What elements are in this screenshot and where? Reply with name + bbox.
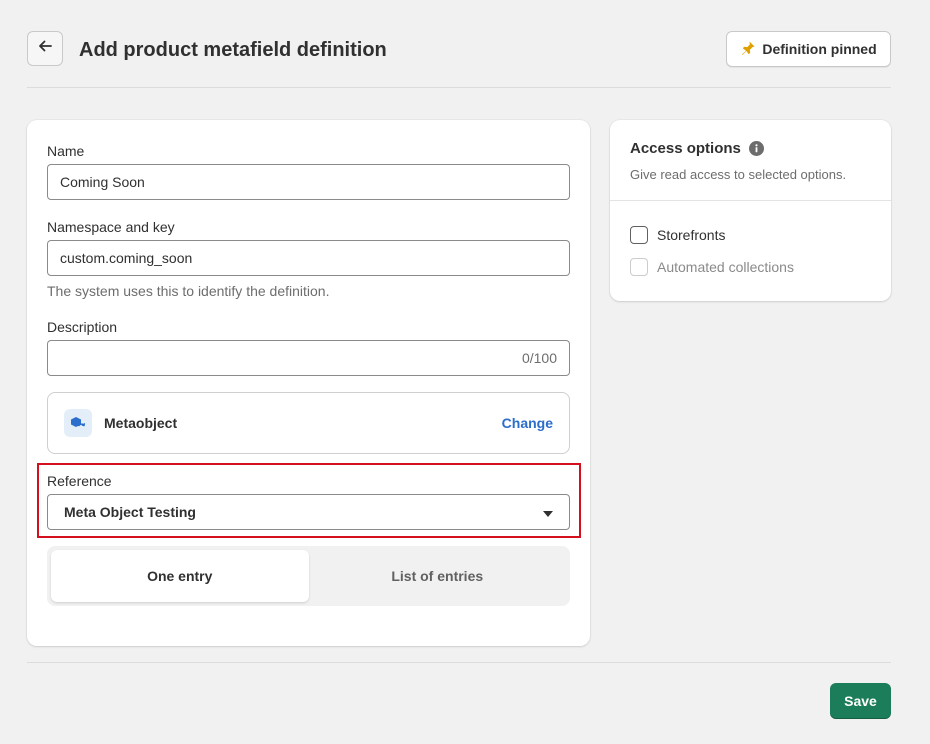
access-options-title: Access options	[630, 140, 741, 157]
list-of-entries-option[interactable]: List of entries	[309, 550, 567, 602]
definition-form-card: Name Coming Soon Namespace and key custo…	[27, 120, 590, 646]
entries-toggle: One entry List of entries	[47, 546, 570, 606]
namespace-help-text: The system uses this to identify the def…	[47, 283, 330, 299]
namespace-key-input[interactable]: custom.coming_soon	[47, 240, 570, 276]
metaobject-icon	[64, 409, 92, 437]
header-divider	[27, 87, 891, 88]
pin-icon	[740, 40, 756, 59]
type-selection: Metaobject Change	[47, 392, 570, 454]
description-char-count: 0/100	[521, 350, 557, 366]
description-label: Description	[47, 319, 118, 335]
description-input[interactable]: 0/100	[47, 340, 570, 376]
definition-pinned-label: Definition pinned	[762, 41, 877, 57]
reference-select[interactable]: Meta Object Testing	[47, 494, 570, 530]
type-name: Metaobject	[104, 415, 178, 431]
page-title: Add product metafield definition	[79, 39, 387, 61]
reference-selected-value: Meta Object Testing	[64, 504, 196, 520]
automated-collections-checkbox	[630, 258, 648, 276]
change-type-link[interactable]: Change	[502, 415, 553, 431]
back-button[interactable]	[27, 31, 63, 66]
storefronts-checkbox[interactable]	[630, 226, 648, 244]
save-button[interactable]: Save	[830, 683, 891, 719]
access-options-heading: Access options	[630, 140, 764, 157]
name-input[interactable]: Coming Soon	[47, 164, 570, 200]
reference-label: Reference	[47, 473, 112, 489]
name-input-value: Coming Soon	[60, 174, 145, 190]
caret-down-icon	[543, 504, 553, 520]
one-entry-option[interactable]: One entry	[51, 550, 309, 602]
namespace-key-value: custom.coming_soon	[60, 250, 193, 266]
info-icon[interactable]	[748, 141, 764, 156]
access-options-divider	[610, 200, 891, 201]
automated-collections-label: Automated collections	[657, 259, 794, 275]
arrow-left-icon	[36, 37, 54, 60]
namespace-label: Namespace and key	[47, 219, 175, 235]
footer-divider	[27, 662, 891, 663]
automated-collections-option: Automated collections	[630, 258, 794, 276]
access-options-subtitle: Give read access to selected options.	[630, 167, 847, 182]
definition-pinned-button[interactable]: Definition pinned	[726, 31, 891, 67]
access-options-card: Access options Give read access to selec…	[610, 120, 891, 301]
name-label: Name	[47, 143, 85, 159]
storefronts-label: Storefronts	[657, 227, 726, 243]
storefronts-option: Storefronts	[630, 226, 725, 244]
